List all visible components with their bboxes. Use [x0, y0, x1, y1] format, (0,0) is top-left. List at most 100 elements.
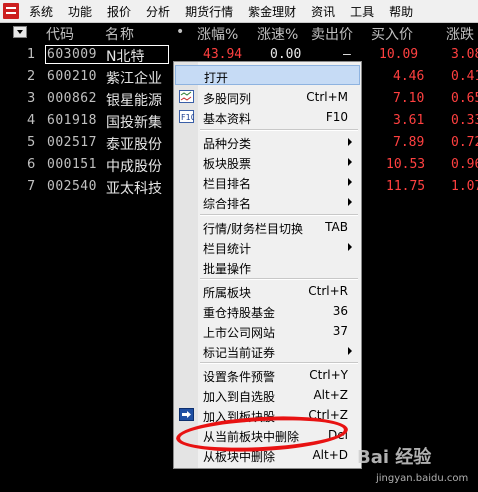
menu-item-toggle-columns[interactable]: 行情/财务栏目切换 TAB	[175, 217, 360, 237]
stock-code: 601918	[47, 113, 97, 128]
row-number: 6	[27, 157, 36, 172]
bid-value: 7.10	[393, 91, 425, 106]
add-to-block-icon	[179, 408, 194, 421]
menu-item-shortcut: F10	[325, 110, 348, 124]
menu-item-column-stats[interactable]: 栏目统计	[175, 237, 360, 257]
header-name-prefix: 名	[105, 27, 119, 43]
menu-item-batch[interactable]: 批量操作	[175, 257, 360, 277]
menu-item-label: 综合排名	[203, 197, 252, 211]
menu-futures[interactable]: 期货行情	[179, 3, 242, 20]
header-code[interactable]: 代码	[46, 24, 74, 44]
change-value: 0.33	[451, 113, 478, 128]
stock-name: 银星能源	[106, 93, 162, 109]
bid-value: 10.53	[386, 157, 426, 172]
stock-name: 紫江企业	[106, 71, 162, 87]
menu-item-label: 加入到自选股	[203, 390, 276, 404]
menu-item-overall-rank[interactable]: 综合排名	[175, 192, 360, 212]
row-number: 5	[27, 135, 36, 150]
context-menu: 打开 多股同列 Ctrl+M F10 基本资料 F10 品种分类 板块股票 栏目…	[173, 61, 362, 469]
menu-item-company-site[interactable]: 上市公司网站 37	[175, 321, 360, 341]
menu-item-shortcut: Alt+Z	[313, 388, 348, 402]
column-settings-dropdown-icon[interactable]	[13, 26, 27, 38]
header-name[interactable]: 称	[120, 24, 134, 44]
menu-item-label: 栏目统计	[203, 242, 252, 256]
stock-code: 002517	[47, 135, 97, 150]
menu-news[interactable]: 资讯	[305, 3, 344, 20]
menu-help[interactable]: 帮助	[383, 3, 422, 20]
menu-analysis[interactable]: 分析	[140, 3, 179, 20]
menu-separator	[200, 362, 358, 364]
menu-item-add-watchlist[interactable]: 加入到自选股 Alt+Z	[175, 385, 360, 405]
menu-item-open[interactable]: 打开	[175, 65, 360, 85]
menu-separator	[200, 129, 358, 131]
stock-code: 000862	[47, 91, 97, 106]
menu-function[interactable]: 功能	[62, 3, 101, 20]
header-change[interactable]: 涨跌	[446, 24, 474, 44]
change-value: 0.72	[451, 135, 478, 150]
menu-item-holding-funds[interactable]: 重仓持股基金 36	[175, 301, 360, 321]
svg-text:F10: F10	[181, 113, 194, 122]
menu-separator	[200, 278, 358, 280]
f10-icon: F10	[179, 110, 194, 123]
bid-value: 7.89	[393, 135, 425, 150]
menu-item-label: 设置条件预警	[203, 370, 276, 384]
menu-system[interactable]: 系统	[23, 3, 62, 20]
change-value: 1.07	[451, 179, 478, 194]
stock-code: 600210	[47, 69, 97, 84]
submenu-arrow-icon	[348, 158, 352, 166]
menu-item-label: 上市公司网站	[203, 326, 276, 340]
row-number: 3	[27, 91, 36, 106]
menu-item-basic-info[interactable]: F10 基本资料 F10	[175, 107, 360, 127]
menu-item-category[interactable]: 品种分类	[175, 132, 360, 152]
menu-item-shortcut: Ctrl+M	[306, 90, 348, 104]
stock-name: 中成股份	[106, 159, 162, 175]
stock-name: 国投新集	[106, 115, 162, 131]
menu-item-shortcut: TAB	[325, 220, 348, 234]
submenu-arrow-icon	[348, 347, 352, 355]
bid-value: 11.75	[386, 179, 426, 194]
change-value: 0.65	[451, 91, 478, 106]
menu-item-set-alert[interactable]: 设置条件预警 Ctrl+Y	[175, 365, 360, 385]
menu-item-label: 基本资料	[203, 112, 252, 126]
submenu-arrow-icon	[348, 178, 352, 186]
menu-item-multi-stock[interactable]: 多股同列 Ctrl+M	[175, 87, 360, 107]
bid-value: 4.46	[393, 69, 425, 84]
menu-item-label: 重仓持股基金	[203, 306, 276, 320]
stock-name: 泰亚股份	[106, 137, 162, 153]
menu-item-label: 多股同列	[203, 92, 252, 106]
stock-code: 002540	[47, 179, 97, 194]
header-dot: •	[176, 24, 185, 40]
menu-item-label: 栏目排名	[203, 177, 252, 191]
menu-item-block-stocks[interactable]: 板块股票	[175, 152, 360, 172]
header-change-pct[interactable]: 涨幅%	[197, 24, 238, 44]
multi-chart-icon	[179, 90, 194, 103]
menu-finance[interactable]: 紫金理财	[242, 3, 305, 20]
menu-item-label: 板块股票	[203, 157, 252, 171]
menu-item-shortcut: 37	[332, 324, 348, 338]
header-ask[interactable]: 卖出价	[311, 24, 353, 44]
stock-code: 603009	[47, 47, 97, 62]
menu-bar: 系统 功能 报价 分析 期货行情 紫金理财 资讯 工具 帮助	[0, 0, 478, 23]
row-number: 7	[27, 179, 36, 194]
menu-item-label: 打开	[204, 71, 229, 85]
ask-value: –	[343, 47, 351, 62]
menu-quote[interactable]: 报价	[101, 3, 140, 20]
menu-item-label: 品种分类	[203, 137, 252, 151]
bid-value: 10.09	[379, 47, 419, 62]
menu-item-mark-security[interactable]: 标记当前证券	[175, 341, 360, 361]
speed-value: 0.00	[270, 47, 302, 62]
row-number: 2	[27, 69, 36, 84]
menu-item-label: 所属板块	[203, 286, 252, 300]
menu-item-belonging-block[interactable]: 所属板块 Ctrl+R	[175, 281, 360, 301]
bid-value: 3.61	[393, 113, 425, 128]
menu-item-label: 标记当前证券	[203, 346, 276, 360]
header-speed[interactable]: 涨速%	[257, 24, 298, 44]
menu-separator	[200, 214, 358, 216]
menu-tools[interactable]: 工具	[344, 3, 383, 20]
menu-item-column-rank[interactable]: 栏目排名	[175, 172, 360, 192]
baidu-watermark: Bai 经验	[357, 447, 432, 468]
header-bid[interactable]: 买入价	[371, 24, 413, 44]
stock-name: 亚太科技	[106, 181, 162, 197]
change-value: 0.41	[451, 69, 478, 84]
baidu-watermark-url: jingyan.baidu.com	[376, 473, 469, 484]
